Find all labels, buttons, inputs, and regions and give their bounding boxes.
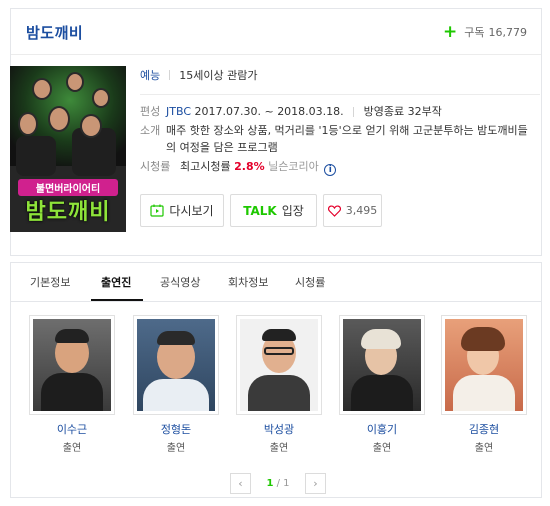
page-separator: / — [276, 478, 280, 489]
like-button[interactable]: 3,495 — [323, 194, 382, 227]
action-buttons: 다시보기 TALK 입장 3,495 — [140, 194, 382, 227]
chevron-right-icon: › — [313, 477, 318, 490]
divider — [169, 70, 171, 80]
program-title[interactable]: 밤도깨비 — [26, 22, 83, 43]
tab-ratings[interactable]: 시청률 — [295, 274, 325, 290]
cast-name[interactable]: 김종현 — [441, 421, 527, 437]
page-indicator: 1 / 1 — [251, 478, 305, 489]
cast-item[interactable]: 이홍기 출연 — [339, 315, 425, 454]
rating-value: 2.8% — [234, 160, 265, 173]
rating-source: 닐슨코리아 — [268, 160, 319, 173]
rating-key: 시청률 — [140, 160, 171, 173]
total-pages: 1 — [283, 478, 290, 489]
pagination: ‹ 1 / 1 › — [230, 473, 326, 494]
replay-button[interactable]: 다시보기 — [140, 194, 224, 227]
description-row: 소개 매주 핫한 장소와 상품, 먹거리를 '1등'으로 얻기 위해 고군분투하… — [140, 122, 540, 156]
channel-link[interactable]: JTBC — [166, 105, 191, 118]
description-key: 소개 — [140, 124, 161, 137]
poster-face — [92, 88, 110, 108]
next-page-button[interactable]: › — [305, 473, 326, 494]
cast-name[interactable]: 정형돈 — [133, 421, 219, 437]
cast-item[interactable]: 이수근 출연 — [29, 315, 115, 454]
chevron-left-icon: ‹ — [238, 477, 243, 490]
cast-role: 출연 — [372, 443, 392, 454]
subscribe-button[interactable]: + 구독 16,779 — [443, 22, 528, 42]
divider — [353, 107, 355, 117]
talk-button[interactable]: TALK 입장 — [230, 194, 317, 227]
talk-suffix: 입장 — [281, 204, 304, 218]
program-header: 밤도깨비 + 구독 16,779 — [11, 9, 541, 55]
cast-role: 출연 — [269, 443, 289, 454]
poster-face — [66, 72, 84, 92]
cast-role: 출연 — [474, 443, 494, 454]
tab-episodes[interactable]: 회차정보 — [228, 274, 268, 290]
current-page: 1 — [266, 478, 274, 489]
air-dates: 2017.07.30. ~ 2018.03.18. — [194, 105, 344, 118]
subscribe-label: 구독 — [464, 26, 485, 39]
program-info: 예능 15세이상 관람가 편성 JTBC 2017.07.30. ~ 2018.… — [140, 66, 540, 178]
replay-icon — [150, 204, 165, 217]
rating-label: 최고시청률 — [180, 160, 231, 173]
rating-row: 시청률 최고시청률 2.8% 닐슨코리아 i — [140, 158, 540, 176]
poster-face — [32, 78, 52, 100]
poster-face — [48, 106, 70, 132]
schedule-row: 편성 JTBC 2017.07.30. ~ 2018.03.18. 방영종료 3… — [140, 103, 540, 120]
poster-logo: 밤도깨비 — [25, 200, 111, 225]
cast-item[interactable]: 김종현 출연 — [441, 315, 527, 454]
program-poster[interactable]: 불면버라이어티 밤도깨비 — [10, 66, 126, 232]
info-icon[interactable]: i — [324, 164, 337, 176]
heart-icon — [327, 204, 341, 217]
cast-card: 기본정보 출연진 공식영상 회차정보 시청률 이수근 출연 정형돈 출연 박성광… — [10, 262, 542, 498]
cast-name[interactable]: 이홍기 — [339, 421, 425, 437]
genre-link[interactable]: 예능 — [140, 67, 160, 83]
cast-name[interactable]: 박성광 — [236, 421, 322, 437]
plus-icon: + — [443, 22, 458, 42]
description-text: 매주 핫한 장소와 상품, 먹거리를 '1등'으로 얻기 위해 고군분투하는 밤… — [166, 124, 528, 154]
tab-basic-info[interactable]: 기본정보 — [30, 274, 70, 290]
replay-label: 다시보기 — [169, 204, 214, 218]
cast-role: 출연 — [166, 443, 186, 454]
cast-photo[interactable] — [133, 315, 219, 415]
subscribe-count: 16,779 — [488, 25, 528, 39]
cast-item[interactable]: 정형돈 출연 — [133, 315, 219, 454]
cast-photo[interactable] — [441, 315, 527, 415]
cast-photo[interactable] — [236, 315, 322, 415]
cast-item[interactable]: 박성광 출연 — [236, 315, 322, 454]
active-tab-indicator — [91, 299, 143, 301]
cast-name[interactable]: 이수근 — [29, 421, 115, 437]
talk-label: TALK — [243, 203, 277, 218]
poster-face — [18, 112, 38, 136]
tab-cast[interactable]: 출연진 — [101, 274, 131, 290]
age-rating: 15세이상 관람가 — [179, 69, 258, 82]
air-status: 방영종료 32부작 — [363, 105, 442, 118]
cast-role: 출연 — [62, 443, 82, 454]
prev-page-button[interactable]: ‹ — [230, 473, 251, 494]
like-count: 3,495 — [345, 204, 378, 217]
tab-official-video[interactable]: 공식영상 — [160, 274, 200, 290]
poster-face — [80, 114, 102, 138]
genre-row: 예능 15세이상 관람가 — [140, 66, 540, 84]
divider — [140, 94, 540, 95]
cast-photo[interactable] — [29, 315, 115, 415]
program-tabs: 기본정보 출연진 공식영상 회차정보 시청률 — [11, 263, 541, 302]
cast-photo[interactable] — [339, 315, 425, 415]
schedule-key: 편성 — [140, 105, 161, 118]
